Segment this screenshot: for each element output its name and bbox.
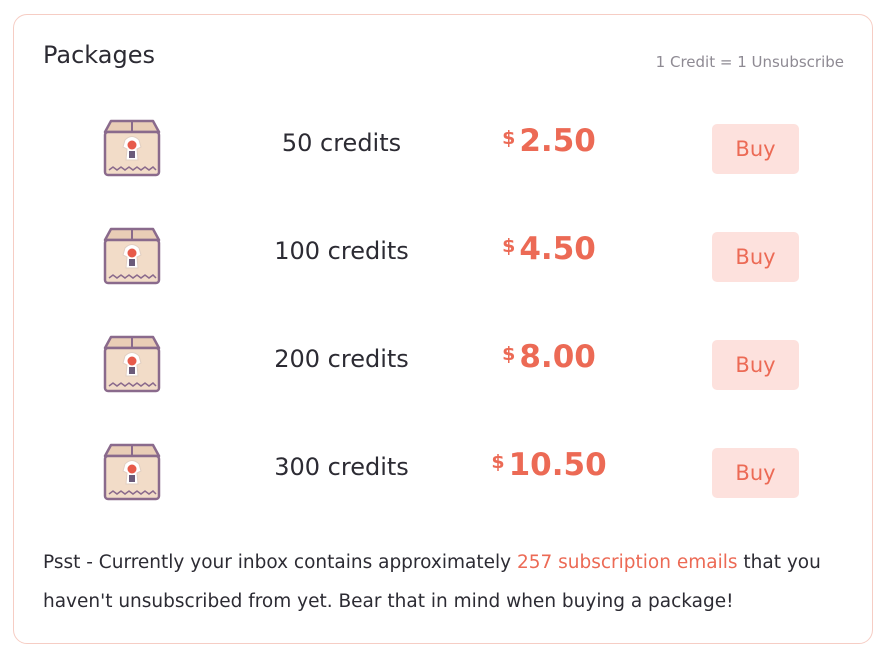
buy-button[interactable]: Buy bbox=[712, 232, 799, 282]
currency-symbol: $ bbox=[502, 343, 516, 365]
packages-title: Packages bbox=[43, 41, 155, 69]
package-box-icon bbox=[103, 119, 161, 177]
package-price: $8.00 bbox=[454, 339, 644, 375]
note-prefix: Psst - Currently your inbox contains app… bbox=[43, 552, 517, 573]
price-amount: 2.50 bbox=[519, 123, 596, 159]
price-amount: 8.00 bbox=[519, 339, 596, 375]
package-row: 200 credits $8.00 Buy bbox=[14, 325, 872, 405]
package-box-icon bbox=[103, 335, 161, 393]
package-price: $2.50 bbox=[454, 123, 644, 159]
price-amount: 4.50 bbox=[519, 231, 596, 267]
package-credits: 100 credits bbox=[274, 237, 409, 265]
packages-card: Packages 1 Credit = 1 Unsubscribe 50 cre… bbox=[13, 14, 873, 644]
package-box-icon bbox=[103, 227, 161, 285]
package-credits: 50 credits bbox=[281, 129, 402, 157]
currency-symbol: $ bbox=[491, 451, 505, 473]
package-row: 300 credits $10.50 Buy bbox=[14, 433, 872, 513]
package-price: $10.50 bbox=[454, 447, 644, 483]
package-row: 50 credits $2.50 Buy bbox=[14, 109, 872, 189]
package-row: 100 credits $4.50 Buy bbox=[14, 217, 872, 297]
package-box-icon bbox=[103, 443, 161, 501]
buy-button[interactable]: Buy bbox=[712, 340, 799, 390]
buy-button[interactable]: Buy bbox=[712, 124, 799, 174]
buy-button[interactable]: Buy bbox=[712, 448, 799, 498]
price-amount: 10.50 bbox=[508, 447, 607, 483]
credit-rate-label: 1 Credit = 1 Unsubscribe bbox=[655, 53, 844, 71]
currency-symbol: $ bbox=[502, 127, 516, 149]
currency-symbol: $ bbox=[502, 235, 516, 257]
inbox-note: Psst - Currently your inbox contains app… bbox=[43, 543, 863, 621]
subscription-count-link[interactable]: 257 subscription emails bbox=[517, 552, 738, 573]
package-credits: 300 credits bbox=[274, 453, 409, 481]
package-price: $4.50 bbox=[454, 231, 644, 267]
package-credits: 200 credits bbox=[274, 345, 409, 373]
